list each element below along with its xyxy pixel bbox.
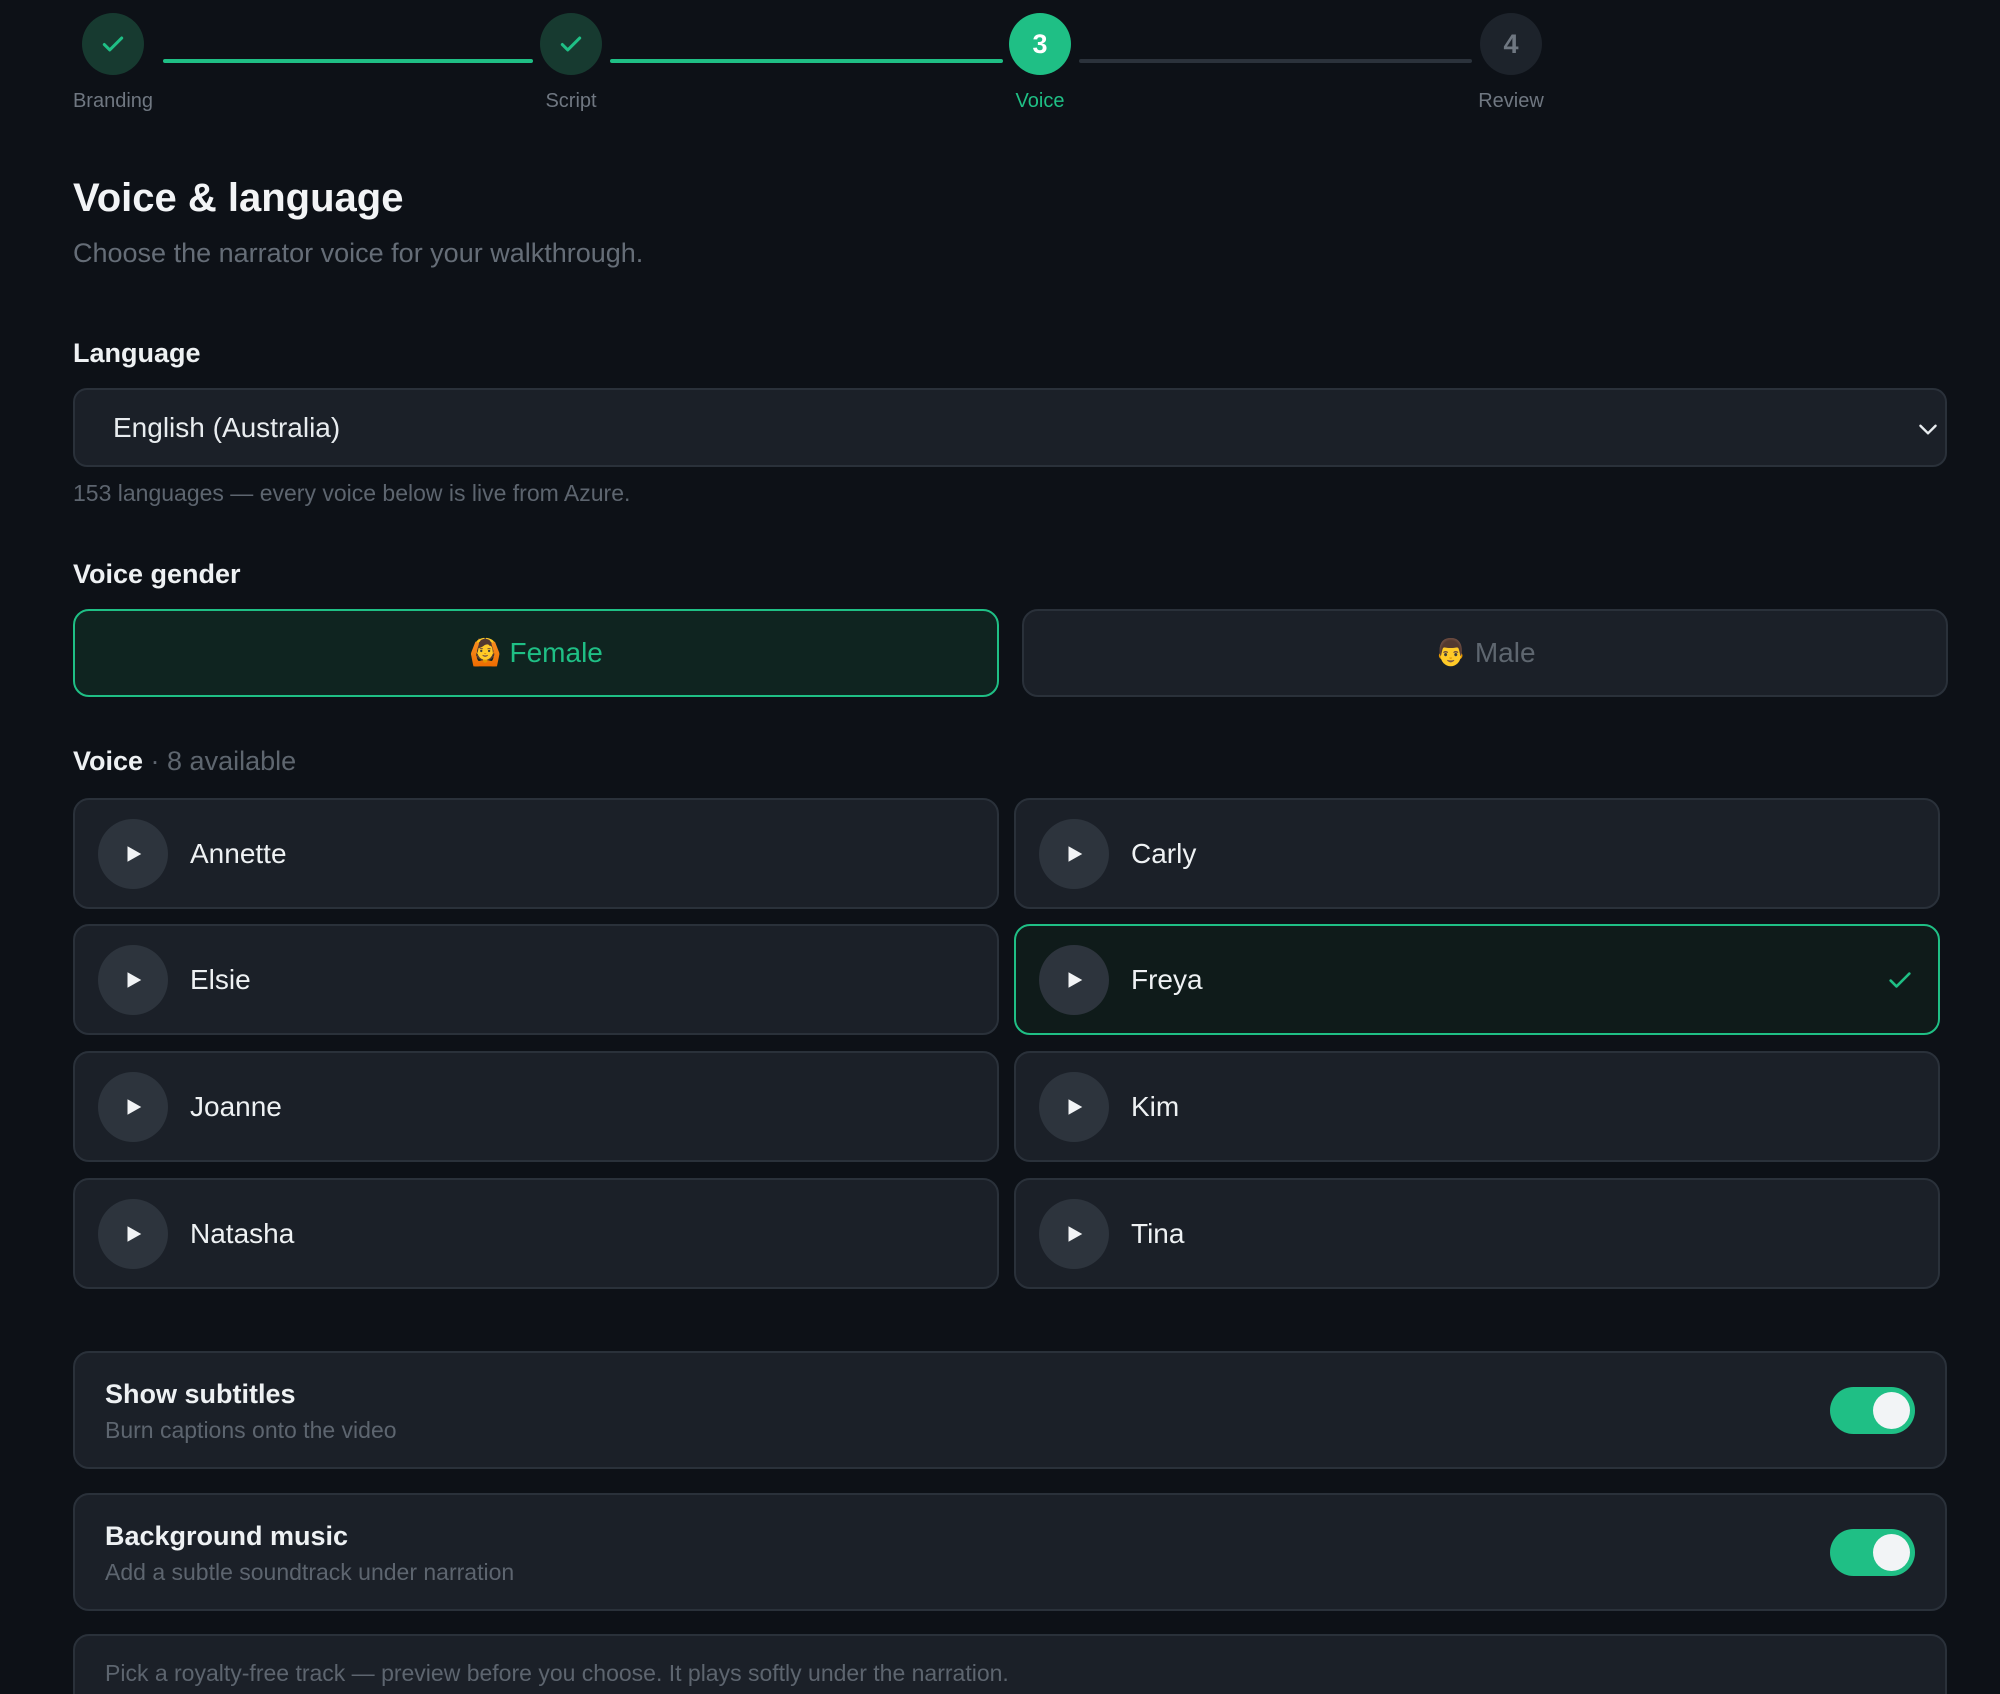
- music-picker-hint: Pick a royalty-free track — preview befo…: [105, 1660, 1009, 1686]
- step-number: 4: [1480, 13, 1542, 75]
- step-check-icon: [540, 13, 602, 75]
- page-title: Voice & language: [73, 176, 404, 220]
- subtitles-description: Burn captions onto the video: [105, 1417, 397, 1443]
- voice-heading: Voice · 8 available: [73, 746, 296, 777]
- voice-card-tina[interactable]: Tina: [1014, 1178, 1940, 1289]
- voice-name: Tina: [1131, 1217, 1185, 1249]
- voice-name: Joanne: [190, 1090, 282, 1122]
- step-check-icon: [82, 13, 144, 75]
- play-icon: [1068, 1225, 1083, 1242]
- voice-name: Natasha: [190, 1217, 295, 1249]
- step-connector: [163, 59, 533, 63]
- voice-count: · 8 available: [150, 746, 297, 776]
- voice-name: Kim: [1131, 1090, 1180, 1122]
- progress-stepper: Branding Script 3 Voice 4 Review: [0, 0, 2000, 120]
- step-label: Voice: [1015, 90, 1065, 112]
- play-preview-button[interactable]: [1039, 818, 1109, 889]
- music-description: Add a subtle soundtrack under narration: [105, 1559, 515, 1585]
- female-emoji-icon: 🙆: [469, 638, 502, 668]
- voice-card-carly[interactable]: Carly: [1014, 798, 1940, 909]
- voice-name: Annette: [190, 837, 287, 869]
- voice-step-page: Branding Script 3 Voice 4 Review Voice &…: [0, 0, 2000, 1694]
- voice-card-natasha[interactable]: Natasha: [73, 1178, 999, 1289]
- play-preview-button[interactable]: [1039, 1071, 1109, 1142]
- language-select[interactable]: English (Australia): [73, 388, 1947, 467]
- step-branding[interactable]: Branding: [43, 13, 183, 113]
- language-hint: 153 languages — every voice below is liv…: [73, 480, 631, 506]
- voice-label: Voice: [73, 746, 144, 776]
- step-label: Review: [1478, 90, 1544, 112]
- language-label: Language: [73, 338, 201, 368]
- voice-card-elsie[interactable]: Elsie: [73, 924, 999, 1035]
- gender-female-button[interactable]: 🙆 Female: [73, 609, 999, 697]
- subtitles-title: Show subtitles: [105, 1379, 296, 1409]
- step-review[interactable]: 4 Review: [1441, 13, 1581, 113]
- play-preview-button[interactable]: [98, 1071, 168, 1142]
- voice-card-kim[interactable]: Kim: [1014, 1051, 1940, 1162]
- voice-card-joanne[interactable]: Joanne: [73, 1051, 999, 1162]
- play-icon: [127, 845, 142, 862]
- gender-label: Voice gender: [73, 559, 241, 589]
- play-preview-button[interactable]: [98, 1198, 168, 1269]
- music-title: Background music: [105, 1521, 349, 1551]
- step-label: Branding: [72, 90, 154, 112]
- voice-card-freya[interactable]: Freya: [1014, 924, 1940, 1035]
- step-script[interactable]: Script: [501, 13, 641, 113]
- step-label: Script: [545, 90, 597, 112]
- step-connector: [610, 59, 1003, 63]
- subtitles-toggle[interactable]: [1830, 1387, 1915, 1434]
- gender-male-label: Male: [1474, 637, 1536, 668]
- language-selected-value: English (Australia): [113, 411, 341, 443]
- play-icon: [127, 1225, 142, 1242]
- play-icon: [1068, 1098, 1083, 1115]
- play-preview-button[interactable]: [98, 818, 168, 889]
- selected-check-icon: [1889, 972, 1911, 988]
- play-preview-button[interactable]: [98, 944, 168, 1015]
- male-emoji-icon: 👨: [1434, 638, 1467, 668]
- play-icon: [127, 971, 142, 988]
- voice-card-annette[interactable]: Annette: [73, 798, 999, 909]
- voice-name: Elsie: [190, 963, 251, 995]
- page-subtitle: Choose the narrator voice for your walkt…: [73, 238, 644, 268]
- toggle-knob: [1873, 1534, 1910, 1571]
- toggle-knob: [1873, 1392, 1910, 1429]
- gender-male-button[interactable]: 👨 Male: [1022, 609, 1948, 697]
- play-icon: [1068, 845, 1083, 862]
- step-number: 3: [1009, 13, 1071, 75]
- voice-name: Freya: [1131, 963, 1203, 995]
- subtitles-setting: Show subtitles Burn captions onto the vi…: [73, 1351, 1947, 1469]
- music-setting: Background music Add a subtle soundtrack…: [73, 1493, 1947, 1611]
- step-voice[interactable]: 3 Voice: [970, 13, 1110, 113]
- music-track-picker: Pick a royalty-free track — preview befo…: [73, 1634, 1947, 1694]
- chevron-down-icon: [1919, 424, 1937, 435]
- play-icon: [127, 1098, 142, 1115]
- step-connector: [1079, 59, 1472, 63]
- play-preview-button[interactable]: [1039, 1198, 1109, 1269]
- music-toggle[interactable]: [1830, 1529, 1915, 1576]
- gender-female-label: Female: [509, 637, 603, 668]
- voice-name: Carly: [1131, 837, 1197, 869]
- play-preview-button[interactable]: [1039, 944, 1109, 1015]
- play-icon: [1068, 971, 1083, 988]
